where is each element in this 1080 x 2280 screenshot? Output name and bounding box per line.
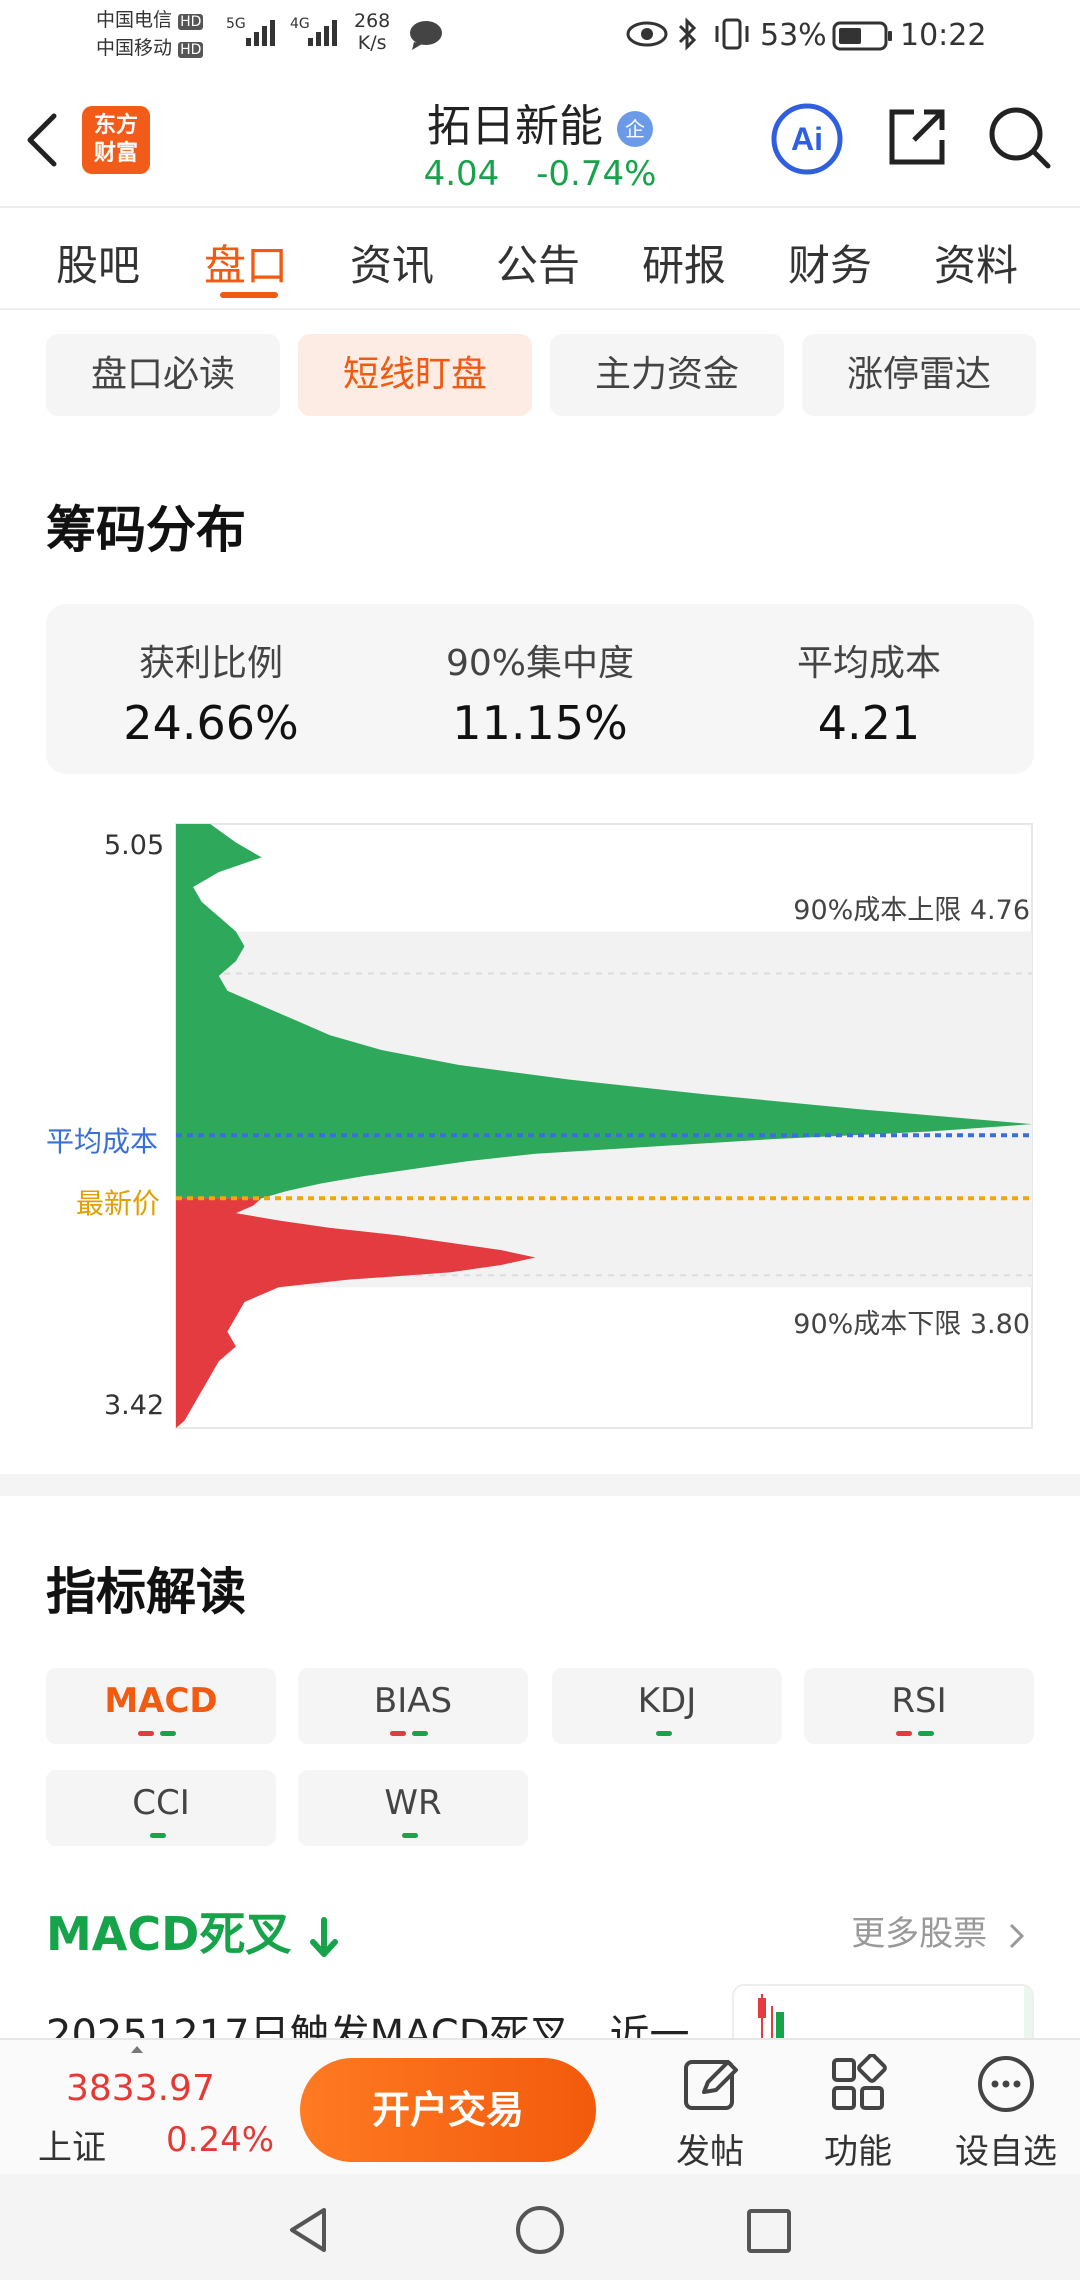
avg-cost-label: 平均成本 <box>796 643 941 684</box>
macd-signal-description[interactable]: 20251217日触发MACD死叉，近一 <box>46 2002 696 2042</box>
functions-button[interactable]: 功能 <box>788 2053 928 2173</box>
indicator-rsi[interactable]: RSI <box>804 1668 1034 1744</box>
add-watchlist-button[interactable]: 设自选 <box>936 2054 1076 2173</box>
indicator-kdj[interactable]: KDJ <box>552 1668 782 1744</box>
tab-finance[interactable]: 财务 <box>788 232 872 293</box>
signal-icon-2 <box>308 20 337 46</box>
nav-recents-icon[interactable] <box>744 2206 794 2256</box>
indicator-cci[interactable]: CCI <box>46 1770 276 1846</box>
clock: 10:22 <box>900 18 987 53</box>
message-icon <box>410 21 442 50</box>
index-name[interactable]: 上证 <box>38 2120 106 2169</box>
upper-cost-label: 90%成本上限 4.76 <box>793 895 1030 926</box>
y-bottom-label: 3.42 <box>104 1390 165 1421</box>
down-arrow-icon <box>310 1916 339 1957</box>
search-icon[interactable] <box>986 104 1054 172</box>
vibrate-icon <box>715 18 749 50</box>
profit-ratio-label: 获利比例 <box>138 643 283 684</box>
ai-icon[interactable]: Ai <box>770 102 844 176</box>
stock-price: 4.04 <box>423 154 500 194</box>
mini-kline-svg <box>758 1986 1032 2040</box>
subtab-short-term[interactable]: 短线盯盘 <box>298 334 532 416</box>
system-nav-bar <box>0 2174 1080 2280</box>
edit-icon <box>684 2060 738 2110</box>
net-speed: 268 K/s <box>354 10 391 54</box>
concentration-value: 11.15% <box>452 696 628 750</box>
post-button[interactable]: 发帖 <box>640 2054 780 2173</box>
enterprise-badge: 企 <box>617 111 653 147</box>
macd-signal-title: MACD死叉 <box>46 1898 341 1964</box>
tab-guba[interactable]: 股吧 <box>56 232 140 293</box>
eye-icon <box>626 21 668 47</box>
net-type-1: 5G <box>226 16 246 32</box>
svg-text:Ai: Ai <box>791 121 823 157</box>
tab-announcements[interactable]: 公告 <box>496 232 580 293</box>
kdj-mark-green <box>656 1731 672 1736</box>
macd-mark-red <box>138 1731 154 1736</box>
carrier-2: 中国移动 HD <box>96 37 204 59</box>
macd-mark-green <box>160 1731 176 1736</box>
nav-home-icon[interactable] <box>514 2204 566 2256</box>
index-value[interactable]: 3833.97 <box>66 2068 215 2109</box>
rsi-mark-green <box>918 1731 934 1736</box>
chevron-right-icon <box>1009 1923 1025 1948</box>
active-tab-indicator <box>220 292 278 298</box>
concentration-label: 90%集中度 <box>445 643 635 684</box>
stock-change: -0.74% <box>536 154 657 194</box>
subtab-limit-radar[interactable]: 涨停雷达 <box>802 334 1036 416</box>
chip-stats: 获利比例 24.66% 90%集中度 11.15% 平均成本 4.21 <box>46 604 1034 774</box>
stock-header: 东方 财富 拓日新能 企 4.04 -0.74% Ai <box>0 72 1080 208</box>
indicator-wr[interactable]: WR <box>298 1770 528 1846</box>
y-top-label: 5.05 <box>104 830 165 861</box>
index-percent[interactable]: 0.24% <box>166 2120 274 2160</box>
avg-cost-value: 4.21 <box>817 696 921 750</box>
profit-ratio-value: 24.66% <box>123 696 299 750</box>
carrier-1: 中国电信 HD <box>96 9 204 31</box>
bluetooth-icon <box>678 17 697 51</box>
subtab-must-read[interactable]: 盘口必读 <box>46 334 280 416</box>
battery-icon <box>832 21 892 51</box>
wr-mark-green <box>402 1833 418 1838</box>
tab-profile[interactable]: 资料 <box>934 232 1018 293</box>
open-account-button[interactable]: 开户交易 <box>300 2058 596 2162</box>
avg-cost-line-label: 平均成本 <box>46 1125 159 1158</box>
bias-mark-green <box>412 1731 428 1736</box>
lower-cost-label: 90%成本下限 3.80 <box>793 1309 1030 1340</box>
cci-mark-green <box>150 1833 166 1838</box>
battery-percent: 53% <box>760 18 827 53</box>
bottom-bar: 3833.97 上证 0.24% 开户交易 发帖 功能 设自选 <box>0 2038 1080 2174</box>
main-tabs: 股吧 盘口 资讯 公告 研报 财务 资料 <box>0 210 1080 310</box>
nav-back-icon[interactable] <box>284 2204 334 2256</box>
indicator-bias[interactable]: BIAS <box>298 1668 528 1744</box>
signal-icon <box>246 20 275 46</box>
rsi-mark-red <box>896 1731 912 1736</box>
indicator-section-title: 指标解读 <box>46 1563 246 1621</box>
bias-mark-red <box>390 1731 406 1736</box>
tab-news[interactable]: 资讯 <box>350 232 434 293</box>
share-icon[interactable] <box>884 104 950 170</box>
latest-price-line-label: 最新价 <box>76 1187 161 1220</box>
tab-research[interactable]: 研报 <box>642 232 726 293</box>
apps-icon <box>832 2053 887 2110</box>
mini-kline-thumbnail[interactable] <box>732 1984 1034 2040</box>
tab-pankou[interactable]: 盘口 <box>204 232 288 293</box>
more-stocks-link[interactable]: 更多股票 <box>851 1906 1028 1955</box>
more-circle-icon <box>978 2056 1034 2112</box>
chip-section-title: 筹码分布 <box>46 501 246 559</box>
section-divider <box>0 1474 1080 1496</box>
subtab-main-funds[interactable]: 主力资金 <box>550 334 784 416</box>
status-bar: 中国电信 HD 中国移动 HD 5G 4G 268 K/s 53% 10:22 <box>0 0 1080 72</box>
indicator-macd[interactable]: MACD <box>46 1668 276 1744</box>
up-caret-icon <box>131 2046 143 2053</box>
chip-distribution-chart: 5.05 3.42 90%成本上限 4.76 90%成本下限 3.80 平均成本… <box>0 800 1080 1440</box>
